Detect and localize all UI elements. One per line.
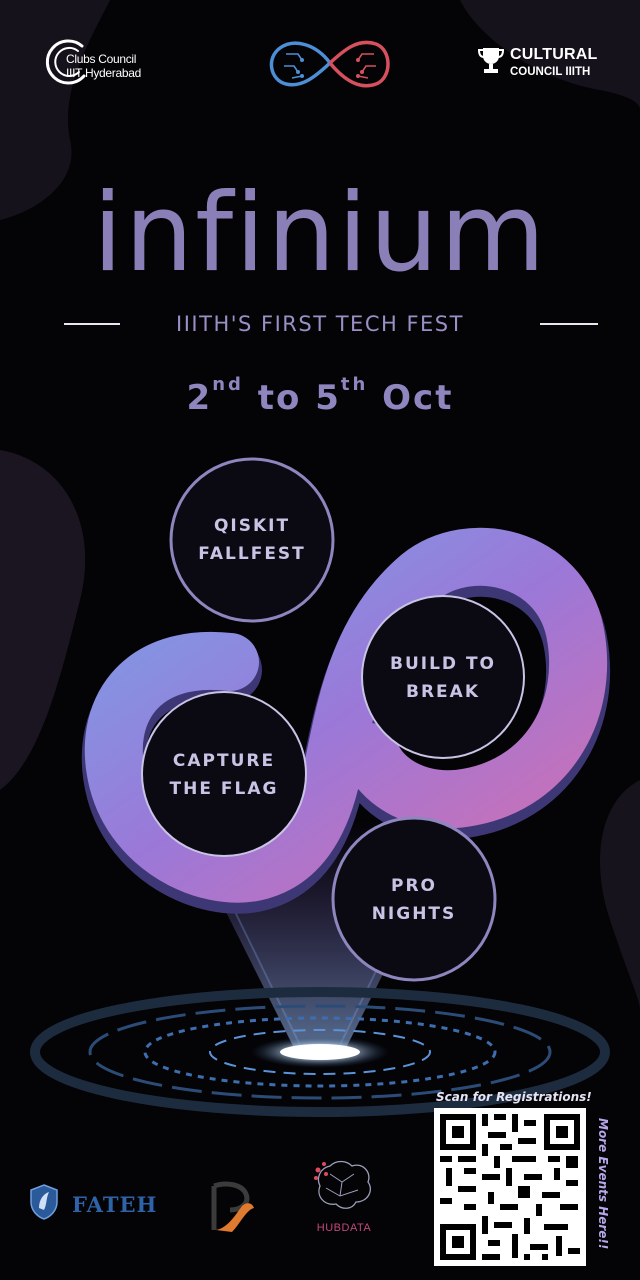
event-qiskit-fallfest[interactable]: QISKIT FALLFEST — [172, 512, 332, 568]
fateh-logo: FATEH — [30, 1184, 170, 1224]
event-capture-line2: THE FLAG — [169, 779, 279, 799]
qr-caption: Scan for Registrations! — [436, 1090, 592, 1104]
event-qiskit-line1: QISKIT — [213, 516, 291, 536]
event-build-to-break[interactable]: BUILD TO BREAK — [363, 650, 523, 706]
more-events-text: More Events Here!! — [596, 1118, 610, 1250]
event-pro-nights[interactable]: PRO NIGHTS — [334, 872, 494, 928]
hubdata-logo: HUBDATA — [304, 1156, 384, 1246]
fateh-shield-icon — [30, 1184, 58, 1220]
event-build-line2: BREAK — [406, 682, 480, 702]
fateh-name: FATEH — [72, 1192, 158, 1217]
event-poster: Clubs Council IIIT Hyderabad CULTURAL CO… — [0, 0, 640, 1280]
sponsor-r-logo-icon — [211, 1181, 254, 1232]
hubdata-name: HUBDATA — [316, 1222, 372, 1234]
event-qiskit-line2: FALLFEST — [198, 544, 306, 564]
event-build-line1: BUILD TO — [390, 654, 496, 674]
brain-network-icon — [314, 1160, 371, 1209]
event-pro-line1: PRO — [390, 876, 437, 896]
event-capture-the-flag[interactable]: CAPTURE THE FLAG — [144, 747, 304, 803]
event-circles — [141, 457, 525, 982]
registration-qr-code[interactable] — [434, 1108, 586, 1266]
event-pro-line2: NIGHTS — [371, 904, 457, 924]
event-capture-line1: CAPTURE — [172, 751, 276, 771]
